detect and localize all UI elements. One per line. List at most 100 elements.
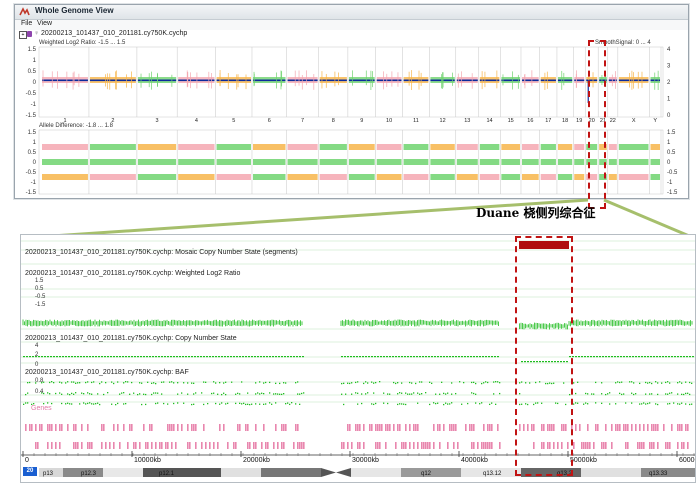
baf-point [425, 392, 427, 394]
baf-point [99, 382, 101, 385]
band-label: p12.3 [81, 471, 97, 477]
gene-mark [205, 442, 207, 449]
cn-point [461, 356, 463, 358]
gene-mark [73, 442, 75, 449]
gene-mark [175, 442, 177, 449]
baf-point [77, 382, 79, 384]
gene-mark [295, 424, 297, 431]
baf-point [23, 403, 25, 405]
baf-point [645, 403, 647, 405]
gene-mark [685, 424, 687, 431]
gene-mark [113, 442, 115, 449]
cn-point [641, 356, 643, 358]
cn-point [185, 356, 187, 358]
chromosome-label: 7 [301, 118, 304, 124]
log2-tick: 1.5 [35, 278, 44, 284]
gene-mark [417, 424, 419, 431]
cn-point [71, 356, 73, 358]
band-label: q13.33 [649, 471, 668, 477]
gene-mark [639, 442, 641, 449]
cn-point [656, 356, 658, 358]
gene-mark [301, 442, 303, 449]
baf-point [73, 393, 75, 395]
baf-point [649, 402, 651, 404]
kb-tick-label: 20000kb [243, 457, 270, 464]
baf-point [47, 402, 49, 404]
chromosome-zoom-view: 0 10000kb 20000kb 30000kb 40000kb 50000kb 6000… [20, 234, 696, 483]
baf-point [291, 402, 293, 404]
cn-point [446, 356, 448, 358]
baf-point [139, 382, 141, 384]
baf-point [681, 402, 683, 404]
baf-point [355, 381, 357, 384]
baf-point [629, 381, 631, 383]
cn-point [431, 356, 433, 358]
cn-point [473, 356, 475, 358]
baf-point [113, 382, 115, 385]
baf-point [29, 381, 31, 384]
cn-point [29, 356, 31, 358]
baf-point [85, 381, 87, 384]
gene-mark [75, 442, 77, 449]
gene-mark [405, 442, 407, 449]
baf-point [373, 382, 375, 384]
baf-point [499, 382, 501, 384]
gene-mark [151, 424, 153, 431]
baf-point [399, 403, 401, 405]
gene-mark [123, 424, 125, 431]
cn-point [101, 356, 103, 358]
baf-point [111, 381, 113, 383]
smooth-signal-line [403, 79, 429, 82]
baf-point [161, 381, 163, 383]
band-label: p13 [43, 471, 54, 477]
allele-stripe [319, 159, 347, 165]
cn-point [671, 356, 673, 358]
cn-point [404, 356, 406, 358]
gene-mark [483, 424, 485, 431]
gene-mark [25, 424, 27, 431]
baf-point [361, 393, 363, 395]
smooth-signal-line [89, 79, 136, 82]
cn-point [236, 356, 238, 358]
cn-point [284, 356, 286, 358]
cn-tick: 4 [35, 343, 39, 349]
baf-point [237, 392, 239, 395]
baf-point [431, 382, 433, 385]
cn-point [245, 356, 247, 358]
gene-mark [131, 424, 133, 431]
gene-mark [627, 442, 629, 449]
chromosome-label: 16 [527, 118, 533, 124]
cn-point [23, 356, 25, 358]
smooth-signal-line [650, 79, 660, 82]
baf-point [607, 393, 609, 395]
smooth-signal-line [479, 79, 500, 82]
baf-point [605, 393, 607, 396]
smooth-signal-line [574, 79, 585, 82]
gene-mark [439, 424, 441, 431]
gene-mark [457, 442, 459, 449]
baf-point [115, 404, 117, 406]
axis-tick-label: 0.5 [28, 150, 37, 156]
cn-point [638, 356, 640, 358]
baf-point [615, 382, 617, 384]
baf-point [357, 403, 359, 405]
baf-point [679, 381, 681, 383]
gene-mark [101, 442, 103, 449]
baf-point [685, 381, 687, 383]
cn-point [362, 356, 364, 358]
baf-point [203, 381, 205, 383]
cn-point [365, 356, 367, 358]
cn-point [83, 356, 85, 358]
baf-point [191, 403, 193, 406]
gene-mark [451, 424, 453, 431]
baf-point [665, 381, 667, 384]
baf-point [211, 392, 213, 395]
baf-point [601, 402, 603, 404]
chromosome-label: X [632, 118, 636, 124]
gene-mark [165, 442, 167, 449]
gene-mark [177, 424, 179, 431]
gene-mark [385, 442, 387, 449]
gene-mark [409, 424, 411, 431]
baf-point [609, 403, 611, 405]
gene-mark [41, 424, 43, 431]
